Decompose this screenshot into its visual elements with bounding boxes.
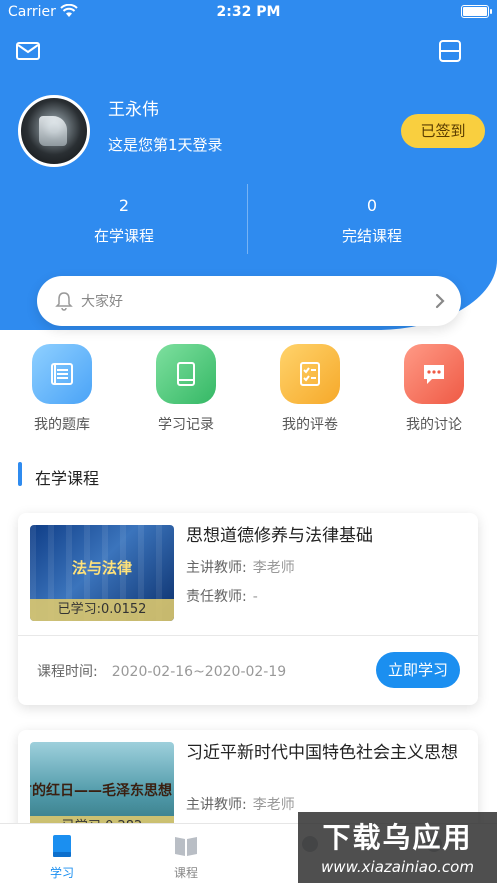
tab-label: 学习 xyxy=(49,866,74,880)
course-teacher: 主讲教师: 李老师 xyxy=(186,794,295,814)
tab-courses[interactable]: 课程 xyxy=(124,832,248,881)
quick-action-my-discussion[interactable]: 我的讨论 xyxy=(374,344,494,434)
scan-icon[interactable] xyxy=(437,40,463,62)
quick-action-study-record[interactable]: 学习记录 xyxy=(126,344,246,434)
status-bar: Carrier 2:32 PM xyxy=(0,0,497,26)
section-title: 在学课程 xyxy=(35,469,100,488)
login-days-text: 这是您第1天登录 xyxy=(108,136,223,154)
study-book-icon xyxy=(53,835,71,857)
time-label: 课程时间: xyxy=(37,664,98,680)
course-card[interactable]: 法与法律 已学习:0.0152 思想道德修养与法律基础 主讲教师: 李老师 责任教… xyxy=(18,513,478,705)
quick-action-label: 我的评卷 xyxy=(282,417,338,433)
teacher-label: 主讲教师: xyxy=(186,560,247,576)
study-now-button[interactable]: 立即学习 xyxy=(376,652,460,688)
course-responsible-teacher: 责任教师: - xyxy=(186,586,258,606)
notice-bar[interactable]: 大家好 xyxy=(37,276,461,326)
teacher-label: 主讲教师: xyxy=(186,797,247,813)
mail-icon[interactable] xyxy=(15,40,41,62)
tab-study[interactable]: 学习 xyxy=(0,832,124,881)
course-time: 课程时间: 2020-02-16~2020-02-19 xyxy=(37,661,286,681)
teacher-value: 李老师 xyxy=(252,797,295,813)
card-divider xyxy=(18,635,478,636)
quick-action-label: 我的讨论 xyxy=(406,417,462,433)
course-title: 思想道德修养与法律基础 xyxy=(186,526,373,546)
notice-text: 大家好 xyxy=(81,294,123,310)
course-thumbnail: 法与法律 已学习:0.0152 xyxy=(30,525,174,621)
stat-label: 完结课程 xyxy=(341,227,402,245)
section-accent-bar xyxy=(18,462,22,486)
quick-action-my-grading[interactable]: 我的评卷 xyxy=(250,344,370,434)
course-progress: 已学习:0.0152 xyxy=(30,599,174,621)
stat-finished-courses[interactable]: 0 完结课程 xyxy=(248,195,496,246)
quick-action-label: 我的题库 xyxy=(34,417,90,433)
watermark-url: www.xiazainiao.com xyxy=(321,858,474,876)
thumbnail-title: 方的红日——毛泽东思想 xyxy=(30,783,172,799)
chevron-right-icon xyxy=(435,293,445,309)
stat-label: 在学课程 xyxy=(93,227,154,245)
open-book-icon xyxy=(175,837,197,856)
avatar[interactable] xyxy=(18,95,90,167)
checklist-icon xyxy=(280,344,340,404)
course-title: 习近平新时代中国特色社会主义思想 xyxy=(186,743,458,763)
stat-studying-courses[interactable]: 2 在学课程 xyxy=(0,195,248,246)
responsible-value: - xyxy=(252,589,258,605)
time-value: 2020-02-16~2020-02-19 xyxy=(111,664,287,680)
teacher-value: 李老师 xyxy=(252,560,295,576)
checkin-button[interactable]: 已签到 xyxy=(401,114,485,148)
course-teacher: 主讲教师: 李老师 xyxy=(186,557,295,577)
tab-label: 课程 xyxy=(173,866,198,880)
status-time: 2:32 PM xyxy=(216,4,281,20)
battery-icon xyxy=(461,5,492,18)
stat-value: 2 xyxy=(118,196,130,215)
question-bank-icon xyxy=(32,344,92,404)
watermark-title: 下载乌应用 xyxy=(322,821,473,854)
watermark: 下载乌应用 www.xiazainiao.com xyxy=(298,812,497,883)
quick-action-question-bank[interactable]: 我的题库 xyxy=(2,344,122,434)
book-icon xyxy=(156,344,216,404)
chat-icon xyxy=(404,344,464,404)
thumbnail-title: 法与法律 xyxy=(71,559,132,577)
responsible-label: 责任教师: xyxy=(186,589,247,605)
quick-action-label: 学习记录 xyxy=(158,417,214,433)
user-name: 王永伟 xyxy=(108,100,159,120)
stat-value: 0 xyxy=(366,196,378,215)
bell-icon xyxy=(55,292,73,311)
